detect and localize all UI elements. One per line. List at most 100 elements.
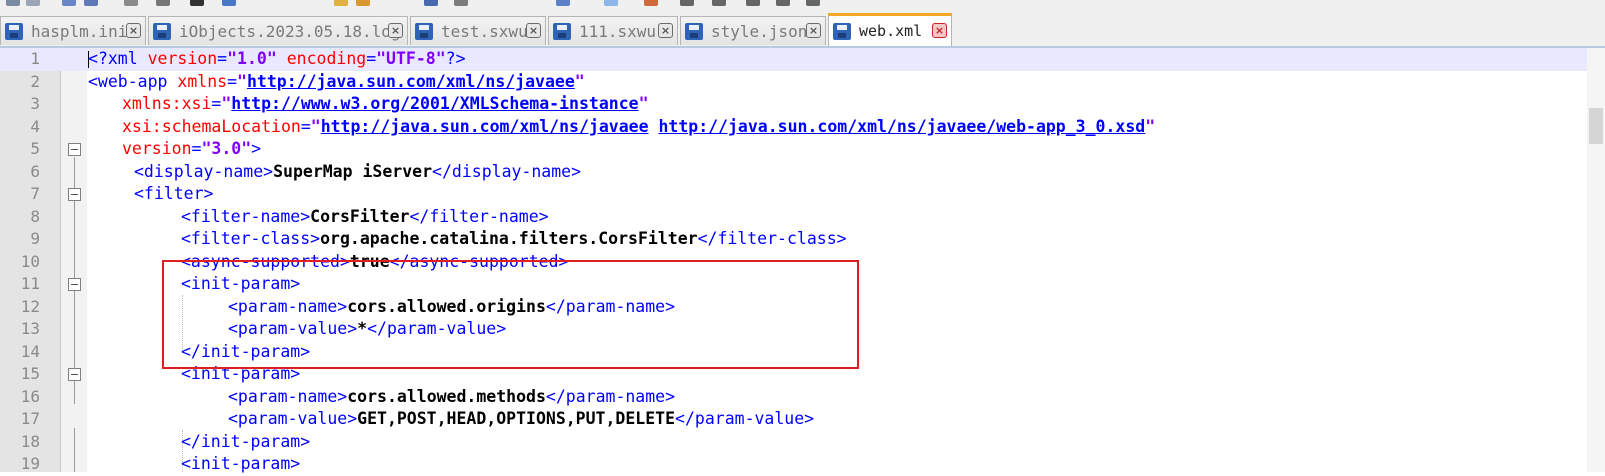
code-line: 4 xsi:schemaLocation="http://java.sun.co… — [0, 116, 1605, 139]
code-link[interactable]: http://java.sun.com/xml/ns/javaee — [247, 72, 575, 91]
line-number: 14 — [20, 341, 40, 361]
toolbar-icon[interactable] — [62, 0, 76, 6]
tab-iobjects-log[interactable]: iObjects.2023.05.18.log × — [148, 16, 408, 45]
toolbar-icon[interactable] — [356, 0, 370, 6]
code-token: xmlns — [167, 71, 228, 91]
code-token: </filter-class> — [697, 229, 847, 248]
code-token: = — [366, 49, 377, 68]
code-text: <param-name>cors.allowed.methods</param-… — [228, 386, 675, 409]
tab-label: style.json — [711, 21, 808, 41]
code-token: = — [300, 116, 311, 136]
vertical-scrollbar[interactable] — [1587, 48, 1605, 472]
code-text: <init-param> — [181, 453, 300, 476]
code-token: </param-value> — [675, 409, 815, 428]
line-number: 18 — [20, 431, 40, 451]
toolbar-icon[interactable] — [680, 0, 694, 6]
code-token: <filter-name> — [181, 206, 311, 226]
fold-toggle-icon[interactable] — [68, 143, 81, 156]
code-token: > — [251, 139, 262, 158]
close-icon[interactable]: × — [806, 23, 821, 38]
toolbar-icon[interactable] — [644, 0, 658, 6]
fold-toggle-icon[interactable] — [68, 188, 81, 201]
code-text: <?xml version="1.0" encoding="UTF-8"?> — [88, 48, 466, 71]
line-number: 5 — [30, 139, 40, 158]
line-number: 6 — [30, 161, 40, 181]
code-token: </display-name> — [432, 161, 582, 181]
toolbar-icon[interactable] — [556, 0, 570, 6]
code-text: version="3.0"> — [122, 138, 261, 161]
code-link[interactable]: http://www.w3.org/2001/XMLSchema-instanc… — [231, 94, 638, 113]
code-token: <param-value> — [228, 409, 358, 428]
toolbar-icon[interactable] — [712, 0, 726, 6]
toolbar-icon[interactable] — [424, 0, 438, 6]
toolbar-icon[interactable] — [604, 0, 618, 6]
annotation-highlight-box — [162, 260, 859, 369]
toolbar-icon[interactable] — [6, 0, 20, 6]
code-token: "1.0" — [227, 49, 277, 68]
tab-test-sxwu[interactable]: test.sxwu × — [410, 16, 546, 45]
code-line: 2 <web-app xmlns="http://java.sun.com/xm… — [0, 71, 1605, 94]
code-token: SuperMap iServer — [273, 161, 433, 181]
line-number: 9 — [30, 229, 40, 248]
close-icon[interactable]: × — [388, 23, 403, 38]
code-token: ?xml — [97, 49, 138, 68]
line-number: 19 — [20, 454, 40, 473]
close-icon[interactable]: × — [126, 23, 141, 38]
tab-style-json[interactable]: style.json × — [680, 16, 826, 45]
toolbar-icon[interactable] — [84, 0, 98, 6]
tab-hasplm-ini[interactable]: hasplm.ini × — [0, 16, 146, 45]
scrollbar-thumb[interactable] — [1589, 108, 1603, 144]
line-number: 11 — [20, 274, 40, 293]
toolbar-icon[interactable] — [776, 0, 790, 6]
code-token: CorsFilter — [310, 206, 410, 226]
tab-label: test.sxwu — [441, 21, 528, 41]
code-token: version — [137, 49, 218, 68]
code-token: xmlns:xsi — [122, 94, 212, 113]
tab-111-sxwu[interactable]: 111.sxwu × — [548, 16, 678, 45]
toolbar-icon[interactable] — [454, 0, 468, 6]
toolbar-icon[interactable] — [190, 0, 204, 6]
code-token: </init-param> — [181, 431, 311, 451]
code-token: "UTF-8" — [376, 49, 446, 68]
code-token: " — [237, 71, 247, 91]
fold-toggle-icon[interactable] — [68, 368, 81, 381]
code-text: </init-param> — [181, 431, 310, 454]
line-number: 1 — [30, 49, 40, 68]
code-token: <display-name> — [134, 161, 274, 181]
code-text: <display-name>SuperMap iServer</display-… — [134, 161, 581, 184]
code-token: <init-param> — [181, 454, 301, 473]
line-number: 3 — [30, 94, 40, 113]
code-token: = — [211, 94, 222, 113]
toolbar-icon[interactable] — [26, 0, 40, 6]
code-line: 7 <filter> — [0, 183, 1605, 206]
close-icon[interactable]: × — [658, 23, 673, 38]
toolbar-icon[interactable] — [222, 0, 236, 6]
code-line: 18 </init-param> — [0, 431, 1605, 454]
line-number: 7 — [30, 184, 40, 203]
close-icon[interactable]: × — [526, 23, 541, 38]
tab-label: hasplm.ini — [31, 21, 128, 41]
toolbar-icon[interactable] — [124, 0, 138, 6]
code-link[interactable]: http://java.sun.com/xml/ns/javaee — [321, 117, 649, 136]
toolbar-icon[interactable] — [746, 0, 760, 6]
toolbar-icon[interactable] — [806, 0, 820, 6]
save-icon — [5, 22, 23, 40]
toolbar-icon[interactable] — [156, 0, 170, 6]
code-link[interactable]: http://java.sun.com/xml/ns/javaee/web-ap… — [658, 117, 1145, 136]
code-line: 6 <display-name>SuperMap iServer</displa… — [0, 161, 1605, 184]
code-token: = — [217, 49, 228, 68]
code-token: <filter> — [134, 184, 214, 203]
code-text: <web-app xmlns="http://java.sun.com/xml/… — [88, 71, 585, 94]
code-token: " — [310, 116, 321, 136]
fold-toggle-icon[interactable] — [68, 278, 81, 291]
code-text: <param-value>GET,POST,HEAD,OPTIONS,PUT,D… — [228, 408, 814, 431]
toolbar-icon[interactable] — [334, 0, 348, 6]
close-icon[interactable]: × — [932, 23, 947, 38]
line-number: 2 — [30, 71, 40, 91]
tab-web-xml[interactable]: web.xml × — [828, 13, 952, 46]
tab-label: 111.sxwu — [579, 21, 657, 41]
code-token: " — [638, 94, 649, 113]
tab-label: iObjects.2023.05.18.log — [179, 21, 401, 41]
code-token: <filter-class> — [181, 229, 321, 248]
code-token: version — [122, 139, 192, 158]
